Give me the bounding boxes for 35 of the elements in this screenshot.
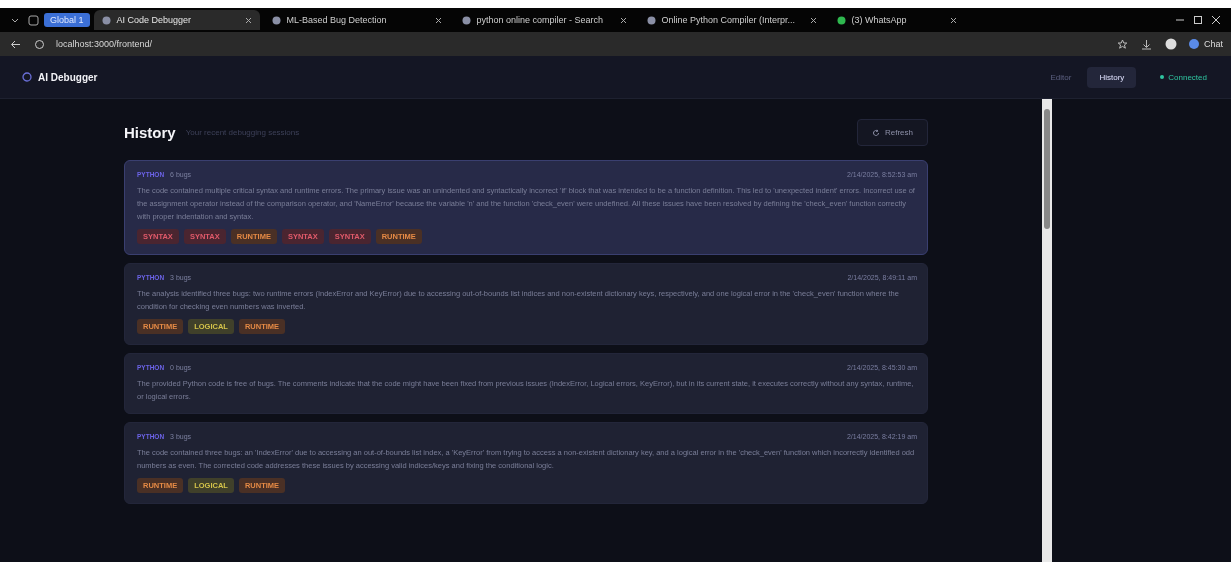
close-icon[interactable] <box>1209 13 1223 27</box>
app-title: AI Debugger <box>38 71 98 83</box>
download-icon[interactable] <box>1140 37 1154 51</box>
site-icon <box>461 15 471 25</box>
browser-tab[interactable]: (3) WhatsApp <box>828 10 965 30</box>
site-icon <box>646 15 656 25</box>
close-icon[interactable] <box>244 16 252 24</box>
reload-icon[interactable] <box>32 37 46 51</box>
restore-icon[interactable] <box>1191 13 1205 27</box>
nav-tab[interactable]: History <box>1087 66 1137 88</box>
browser-tab[interactable]: python online compiler - Search <box>453 10 635 30</box>
address-field[interactable]: localhost:3000/frontend/ <box>56 39 1106 49</box>
site-icon <box>271 15 281 25</box>
page-title: History <box>124 124 176 141</box>
logo-icon <box>22 72 32 82</box>
site-icon <box>101 15 111 25</box>
workspaces-icon[interactable] <box>26 13 40 27</box>
avatar-icon[interactable] <box>1164 37 1178 51</box>
refresh-icon <box>872 128 880 137</box>
chat-button[interactable]: Chat <box>1188 38 1223 50</box>
close-icon[interactable] <box>619 16 627 24</box>
connection-status: Connected <box>1160 72 1207 82</box>
scrollbar[interactable] <box>1042 99 1052 562</box>
star-icon[interactable] <box>1116 37 1130 51</box>
copilot-icon <box>1188 38 1200 50</box>
refresh-button[interactable]: Refresh <box>857 119 928 146</box>
close-icon[interactable] <box>809 16 817 24</box>
browser-tab[interactable]: ML-Based Bug Detection <box>263 10 450 30</box>
close-icon[interactable] <box>434 16 442 24</box>
site-icon <box>836 15 846 25</box>
browser-tab[interactable]: AI Code Debugger <box>93 10 260 30</box>
session-card[interactable] <box>124 422 928 504</box>
close-icon[interactable] <box>949 16 957 24</box>
workspace-badge[interactable]: Global 1 <box>44 13 90 27</box>
browser-tab[interactable]: Online Python Compiler (Interpr... <box>638 10 825 30</box>
